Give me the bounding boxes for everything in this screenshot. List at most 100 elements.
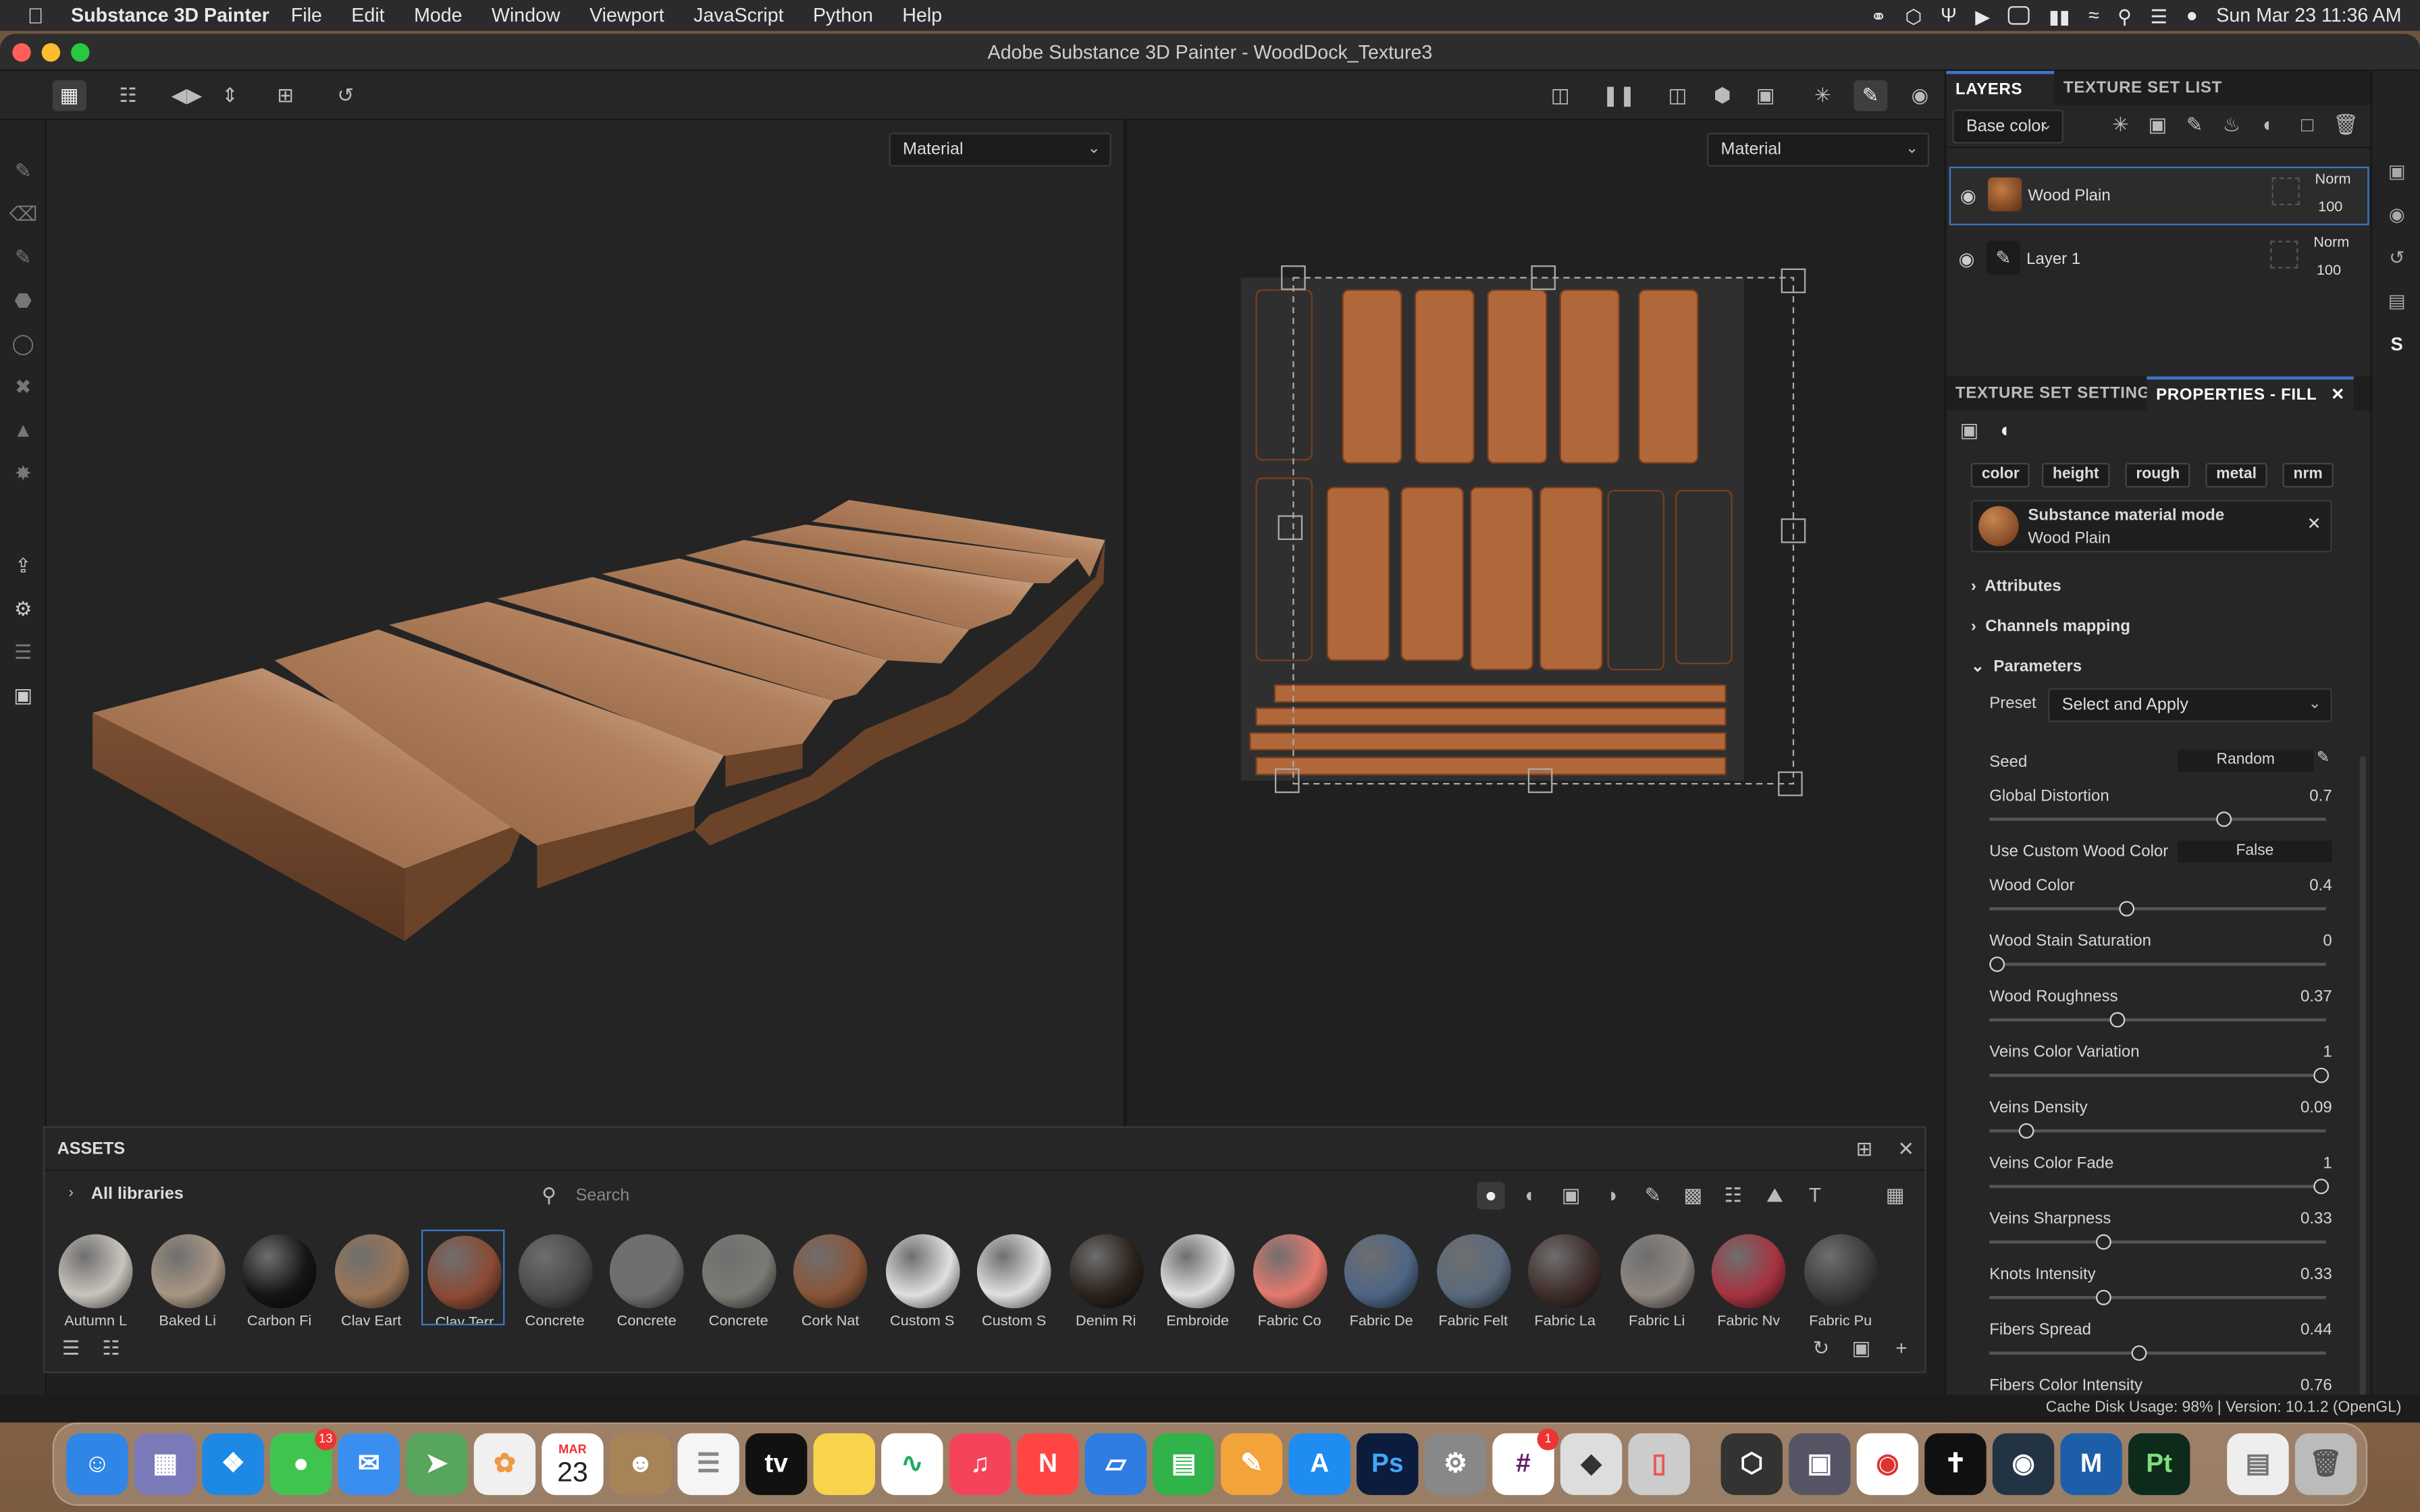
layer-mask-slot[interactable] bbox=[2270, 240, 2298, 269]
tab-texture-set-list[interactable]: TEXTURE SET LIST bbox=[2054, 71, 2231, 105]
history-icon[interactable]: ↺ bbox=[2384, 247, 2409, 272]
display-settings-icon[interactable]: ▣ bbox=[2384, 161, 2409, 186]
color-picker-icon[interactable]: ✸ bbox=[9, 460, 37, 487]
grid-dots-icon[interactable]: ☷ bbox=[111, 80, 145, 111]
menu-viewport[interactable]: Viewport bbox=[589, 5, 664, 26]
add-fill-layer-icon[interactable]: ♨ bbox=[2218, 111, 2246, 139]
add-icon[interactable]: + bbox=[1887, 1334, 1915, 1362]
chevron-right-icon[interactable]: › bbox=[57, 1181, 85, 1208]
layer-name[interactable]: Layer 1 bbox=[2026, 250, 2080, 268]
shader-settings-icon[interactable]: ◉ bbox=[2384, 204, 2409, 229]
layer-row[interactable]: ◉ Wood Plain Norm 100 bbox=[1949, 166, 2369, 225]
slider-knob[interactable] bbox=[2216, 811, 2232, 828]
transform-handle[interactable] bbox=[1278, 515, 1303, 540]
chip-color[interactable]: color bbox=[1970, 462, 2030, 488]
camera-video-icon[interactable]: ▣ bbox=[1749, 80, 1783, 111]
maps-icon[interactable]: ➤ bbox=[406, 1433, 468, 1495]
asset-thumbnail[interactable]: Cork Nat bbox=[789, 1230, 872, 1325]
asset-thumbnail[interactable]: Custom S bbox=[972, 1230, 1055, 1325]
slider-knob[interactable] bbox=[2096, 1289, 2112, 1305]
preset-select[interactable]: Select and Apply ⌄ bbox=[2048, 688, 2332, 722]
apple-icon[interactable]:  bbox=[16, 3, 55, 28]
paint-brush-icon[interactable]: ✎ bbox=[1853, 80, 1888, 111]
param-value[interactable]: 0.76 bbox=[2300, 1376, 2332, 1395]
preview-icon[interactable]: ▣ bbox=[1789, 1433, 1851, 1495]
close-icon[interactable]: ✕ bbox=[2331, 385, 2345, 404]
layer-mask-slot[interactable] bbox=[2271, 177, 2300, 205]
transform-handle[interactable] bbox=[1531, 265, 1556, 290]
search-input[interactable]: ⚲ Search bbox=[533, 1179, 1474, 1212]
slider-knob[interactable] bbox=[2109, 1012, 2125, 1028]
asset-thumbnail[interactable]: Fabric Li bbox=[1615, 1230, 1698, 1325]
creative-cloud-icon[interactable]: ⚭ bbox=[1870, 4, 1887, 27]
play-circle-icon[interactable]: ▶ bbox=[1975, 4, 1990, 27]
seed-random-button[interactable]: Random bbox=[2178, 749, 2314, 772]
environments-filter-icon[interactable]: ⛰ bbox=[1761, 1182, 1789, 1210]
param-value[interactable]: 0.44 bbox=[2300, 1321, 2332, 1339]
close-icon[interactable]: ✕ bbox=[1892, 1135, 1920, 1163]
import-icon[interactable]: ▣ bbox=[1847, 1334, 1875, 1362]
freeform-icon[interactable]: ∿ bbox=[881, 1433, 943, 1495]
eye-visibility-icon[interactable]: ◉ bbox=[1960, 185, 1976, 207]
channel-select[interactable]: Base color ⌄ bbox=[1952, 109, 2063, 144]
param-value[interactable]: 0.33 bbox=[2300, 1210, 2332, 1228]
safari-icon[interactable]: ❖ bbox=[202, 1433, 264, 1495]
asset-thumbnail[interactable]: Concrete bbox=[513, 1230, 596, 1325]
grid-icon[interactable]: ▦ bbox=[52, 80, 86, 111]
param-slider[interactable] bbox=[1989, 1067, 2330, 1083]
contacts-icon[interactable]: ☻ bbox=[609, 1433, 672, 1495]
screenshot-camera-icon[interactable]: ◉ bbox=[1903, 80, 1937, 111]
iphone-mirroring-icon[interactable]: ▯ bbox=[1628, 1433, 1690, 1495]
asset-thumbnail[interactable]: Concrete bbox=[605, 1230, 688, 1325]
slider-knob[interactable] bbox=[2313, 1067, 2330, 1083]
spotlight-search-icon[interactable]: ⚲ bbox=[2118, 4, 2132, 27]
substance-source-icon[interactable]: S bbox=[2384, 333, 2409, 358]
asset-thumbnail[interactable]: Carbon Fi bbox=[238, 1230, 321, 1325]
layer-name[interactable]: Wood Plain bbox=[2028, 187, 2110, 205]
add-paint-layer-icon[interactable]: ✎ bbox=[2181, 111, 2209, 139]
add-frame-icon[interactable]: ⊞ bbox=[269, 80, 302, 111]
projection-tool-icon[interactable]: ✎ bbox=[9, 244, 37, 271]
slider-knob[interactable] bbox=[2313, 1179, 2330, 1195]
asset-thumbnail[interactable]: Baked Li bbox=[146, 1230, 229, 1325]
downloads-icon[interactable]: ▤ bbox=[2227, 1433, 2289, 1495]
fonts-filter-icon[interactable]: T bbox=[1801, 1182, 1829, 1210]
opacity-value[interactable]: 100 bbox=[2318, 199, 2342, 216]
asset-thumbnail[interactable]: Fabric La bbox=[1523, 1230, 1606, 1325]
param-slider[interactable] bbox=[1989, 1345, 2326, 1361]
control-center-icon[interactable]: ☰ bbox=[2151, 4, 2168, 27]
asset-thumbnail[interactable]: Embroide bbox=[1156, 1230, 1239, 1325]
cube-icon[interactable]: ⬡ bbox=[1905, 4, 1922, 27]
roblox-icon[interactable]: ◆ bbox=[1560, 1433, 1623, 1495]
transform-handle[interactable] bbox=[1281, 265, 1306, 290]
properties-scrollbar[interactable] bbox=[2359, 755, 2366, 1423]
lighting-icon[interactable]: ✳ bbox=[1806, 80, 1839, 111]
list-view-icon[interactable]: ☰ bbox=[57, 1334, 85, 1362]
paint-tool-icon[interactable]: ✎ bbox=[9, 157, 37, 185]
close-window-button[interactable] bbox=[12, 43, 31, 62]
opacity-value[interactable]: 100 bbox=[2317, 263, 2341, 279]
asset-thumbnail[interactable]: Clay Eart bbox=[330, 1230, 413, 1325]
news-icon[interactable]: N bbox=[1017, 1433, 1079, 1495]
param-value[interactable]: 0.09 bbox=[2300, 1098, 2332, 1116]
trash-icon[interactable]: 🗑 bbox=[2294, 1433, 2357, 1495]
split-view-icon[interactable]: ◫ bbox=[1660, 80, 1694, 111]
add-folder-icon[interactable]: □ bbox=[2294, 111, 2321, 139]
asset-thumbnail[interactable]: Denim Ri bbox=[1064, 1230, 1147, 1325]
siri-icon[interactable]: ● bbox=[2186, 5, 2198, 26]
blend-mode-value[interactable]: Norm bbox=[2313, 234, 2349, 251]
asset-thumbnail[interactable]: Clay Terr bbox=[421, 1229, 505, 1326]
chrome-icon[interactable]: ◉ bbox=[1856, 1433, 1919, 1495]
param-slider[interactable] bbox=[1989, 1289, 2326, 1305]
stack-icon[interactable]: ☰ bbox=[9, 639, 37, 666]
add-smart-material-icon[interactable]: ◐ bbox=[2255, 111, 2282, 139]
zoom-window-button[interactable] bbox=[71, 43, 90, 62]
asset-thumbnail[interactable]: Fabric De bbox=[1340, 1230, 1423, 1325]
menu-python[interactable]: Python bbox=[813, 5, 873, 26]
finder-icon[interactable]: ☺ bbox=[66, 1433, 128, 1495]
tab-layers[interactable]: LAYERS ✕ bbox=[1946, 71, 2055, 130]
app-menu[interactable]: Substance 3D Painter bbox=[71, 5, 269, 26]
pause-icon[interactable]: ❚❚ bbox=[1602, 80, 1636, 111]
material-mode-icon[interactable]: ◐ bbox=[1993, 416, 2020, 444]
slack-icon[interactable]: #1 bbox=[1492, 1428, 1559, 1495]
